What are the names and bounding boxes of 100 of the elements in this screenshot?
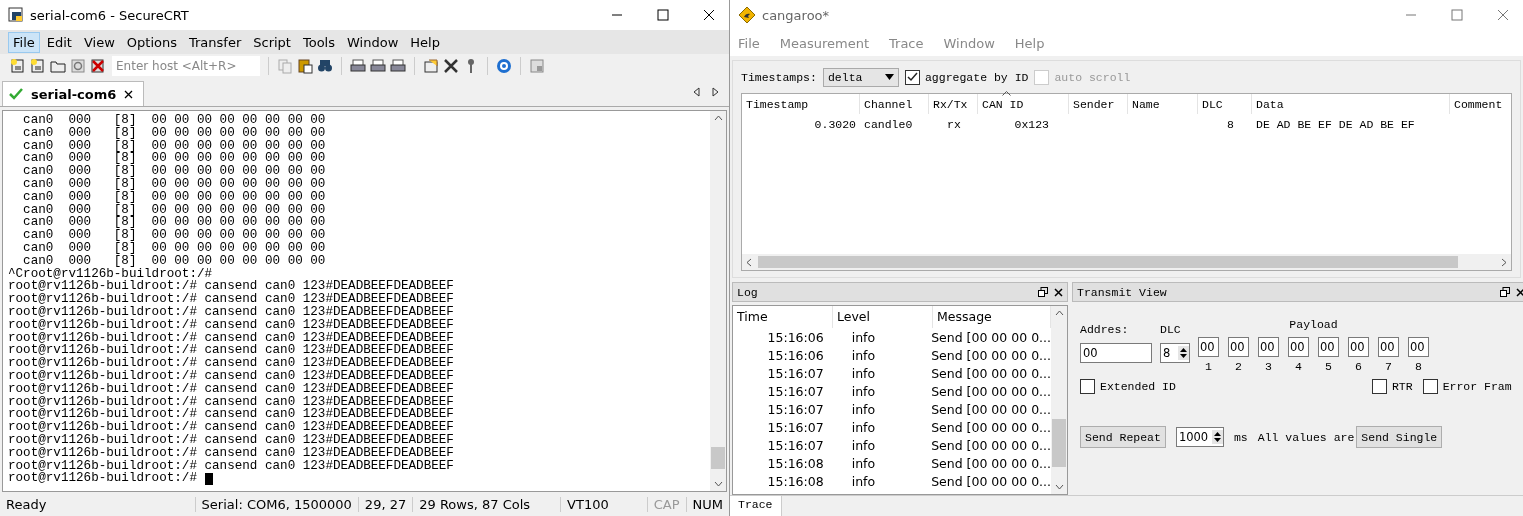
close-icon[interactable] [1515, 287, 1523, 297]
vertical-scrollbar[interactable] [1051, 306, 1067, 494]
clipboard-icon[interactable] [297, 58, 313, 74]
table-cell-text: 15:16:06 [766, 329, 825, 345]
interval-spinbox[interactable]: 1000 [1175, 427, 1224, 447]
scroll-down-icon[interactable] [1054, 484, 1064, 490]
table-cell: DE AD BE EF DE AD BE EF [1256, 117, 1415, 131]
timestamps-dropdown[interactable]: delta [822, 67, 899, 87]
menu-item[interactable]: Window [342, 31, 404, 53]
table-cell-text: info [850, 419, 877, 435]
scroll-right-icon[interactable] [1501, 257, 1507, 267]
terminal-line: ^Croot@rv1126b-buildroot:/# [8, 267, 213, 281]
menu-item[interactable]: Transfer [184, 31, 247, 53]
menu-item[interactable]: Script [248, 31, 296, 53]
decrement-icon[interactable] [1180, 354, 1187, 358]
byte-field[interactable]: 00 [1288, 337, 1309, 357]
menu-item[interactable]: Measurement [779, 35, 869, 51]
table-cell-text: Send [00 00 00 0... [930, 365, 1051, 381]
menu-item[interactable]: File [738, 35, 760, 51]
menu-item[interactable]: Trace [889, 35, 924, 51]
document-icon[interactable] [10, 58, 26, 74]
byte-field[interactable]: 00 [1318, 337, 1339, 357]
terminal-line: can0 000 [8] 00 00 00 00 00 00 00 00 [22, 165, 326, 178]
column-header[interactable]: DLC [1198, 94, 1252, 114]
cross-icon[interactable] [90, 58, 106, 74]
decrement-icon[interactable] [1214, 438, 1222, 442]
folder-icon[interactable] [50, 58, 66, 74]
close-icon[interactable] [703, 9, 715, 21]
table-cell-text: Send [00 00 00 0... [930, 383, 1051, 399]
checkbox[interactable] [1080, 379, 1095, 394]
scroll-left-icon[interactable] [746, 257, 752, 267]
float-icon[interactable] [1499, 287, 1510, 297]
address-field[interactable]: 00 [1080, 343, 1152, 363]
byte-field[interactable]: 00 [1378, 337, 1399, 357]
scroll-up-icon[interactable] [713, 115, 723, 121]
menu-item[interactable]: View [78, 31, 120, 53]
printer-icon[interactable] [390, 58, 406, 74]
column-header[interactable]: Timestamp [742, 94, 860, 114]
byte-field[interactable]: 00 [1198, 337, 1219, 357]
menu-item[interactable]: Options [121, 31, 182, 53]
payload-label: Payload [1289, 318, 1338, 332]
menu-item[interactable]: Edit [41, 31, 77, 53]
checkbox[interactable] [1422, 379, 1438, 394]
unit-label: ms [1233, 430, 1248, 444]
column-header[interactable]: Channel [860, 94, 929, 114]
close-icon[interactable] [124, 89, 134, 99]
status-text: 29, 27 [357, 496, 413, 512]
column-header[interactable]: Rx/Tx [929, 94, 978, 114]
menu-item[interactable]: Window [943, 35, 995, 51]
menu-item[interactable]: Help [405, 31, 445, 53]
column-header[interactable]: CAN ID [978, 94, 1069, 114]
dock-title: Log [737, 285, 758, 299]
increment-icon[interactable] [1180, 348, 1187, 352]
byte-field[interactable]: 00 [1228, 337, 1249, 357]
scroll-thumb[interactable] [711, 447, 725, 469]
scroll-thumb[interactable] [758, 256, 1458, 268]
horizontal-scrollbar[interactable] [742, 254, 1511, 270]
scroll-down-icon[interactable] [713, 481, 723, 487]
tab-label: serial-com6 [31, 86, 117, 102]
table-cell-text: 15:16:07 [766, 419, 825, 435]
scroll-thumb[interactable] [1052, 419, 1066, 468]
printer-icon[interactable] [350, 58, 366, 74]
checkbox-label: Extended ID [1100, 380, 1176, 393]
column-header[interactable]: Level [833, 306, 933, 328]
terminal-line: root@rv1126b-buildroot:/# cansend can0 123#DEADBEEFDEADBEEF [8, 293, 454, 306]
help-icon[interactable] [496, 58, 512, 74]
vertical-scrollbar[interactable] [710, 111, 726, 491]
table-cell: rx [947, 117, 961, 131]
session-tab[interactable]: serial-com6 [2, 81, 145, 106]
scroll-left-icon[interactable] [693, 87, 700, 97]
column-header[interactable]: Data [1252, 94, 1450, 114]
host-field[interactable]: Enter host <Alt+R> [112, 56, 260, 76]
byte-field[interactable]: 00 [1348, 337, 1369, 357]
column-header[interactable]: Comment [1450, 94, 1511, 114]
scroll-up-icon[interactable] [1054, 310, 1064, 316]
checkbox[interactable] [1371, 379, 1387, 394]
send-single-button[interactable]: Send Single [1356, 426, 1443, 448]
binoculars-icon[interactable] [317, 58, 333, 74]
float-icon[interactable] [1038, 287, 1048, 297]
checkbox[interactable] [904, 69, 920, 85]
printer-icon[interactable] [370, 58, 386, 74]
trace-tab[interactable]: Trace [730, 496, 782, 516]
scroll-right-icon[interactable] [712, 87, 719, 97]
terminal-line: root@rv1126b-buildroot:/# cansend can0 123#DEADBEEFDEADBEEF [8, 369, 454, 383]
document-icon[interactable] [30, 58, 46, 74]
menu-item[interactable]: File [8, 31, 40, 53]
close-icon[interactable] [1054, 287, 1063, 297]
byte-field[interactable]: 00 [1258, 337, 1279, 357]
maximize-icon[interactable] [657, 9, 669, 21]
menu-item[interactable]: Help [1014, 35, 1045, 51]
byte-index: 5 [1325, 360, 1332, 373]
dlc-spinbox[interactable]: 8 [1160, 343, 1190, 363]
increment-icon[interactable] [1214, 432, 1222, 436]
column-header[interactable]: Name [1128, 94, 1198, 114]
menu-item[interactable]: Tools [298, 31, 340, 53]
byte-field[interactable]: 00 [1408, 337, 1429, 357]
table-cell-text: 15:16:06 [766, 347, 825, 363]
column-header[interactable]: Sender [1069, 94, 1128, 114]
send-repeat-button[interactable]: Send Repeat [1080, 426, 1166, 448]
column-header[interactable]: Time [733, 306, 833, 328]
